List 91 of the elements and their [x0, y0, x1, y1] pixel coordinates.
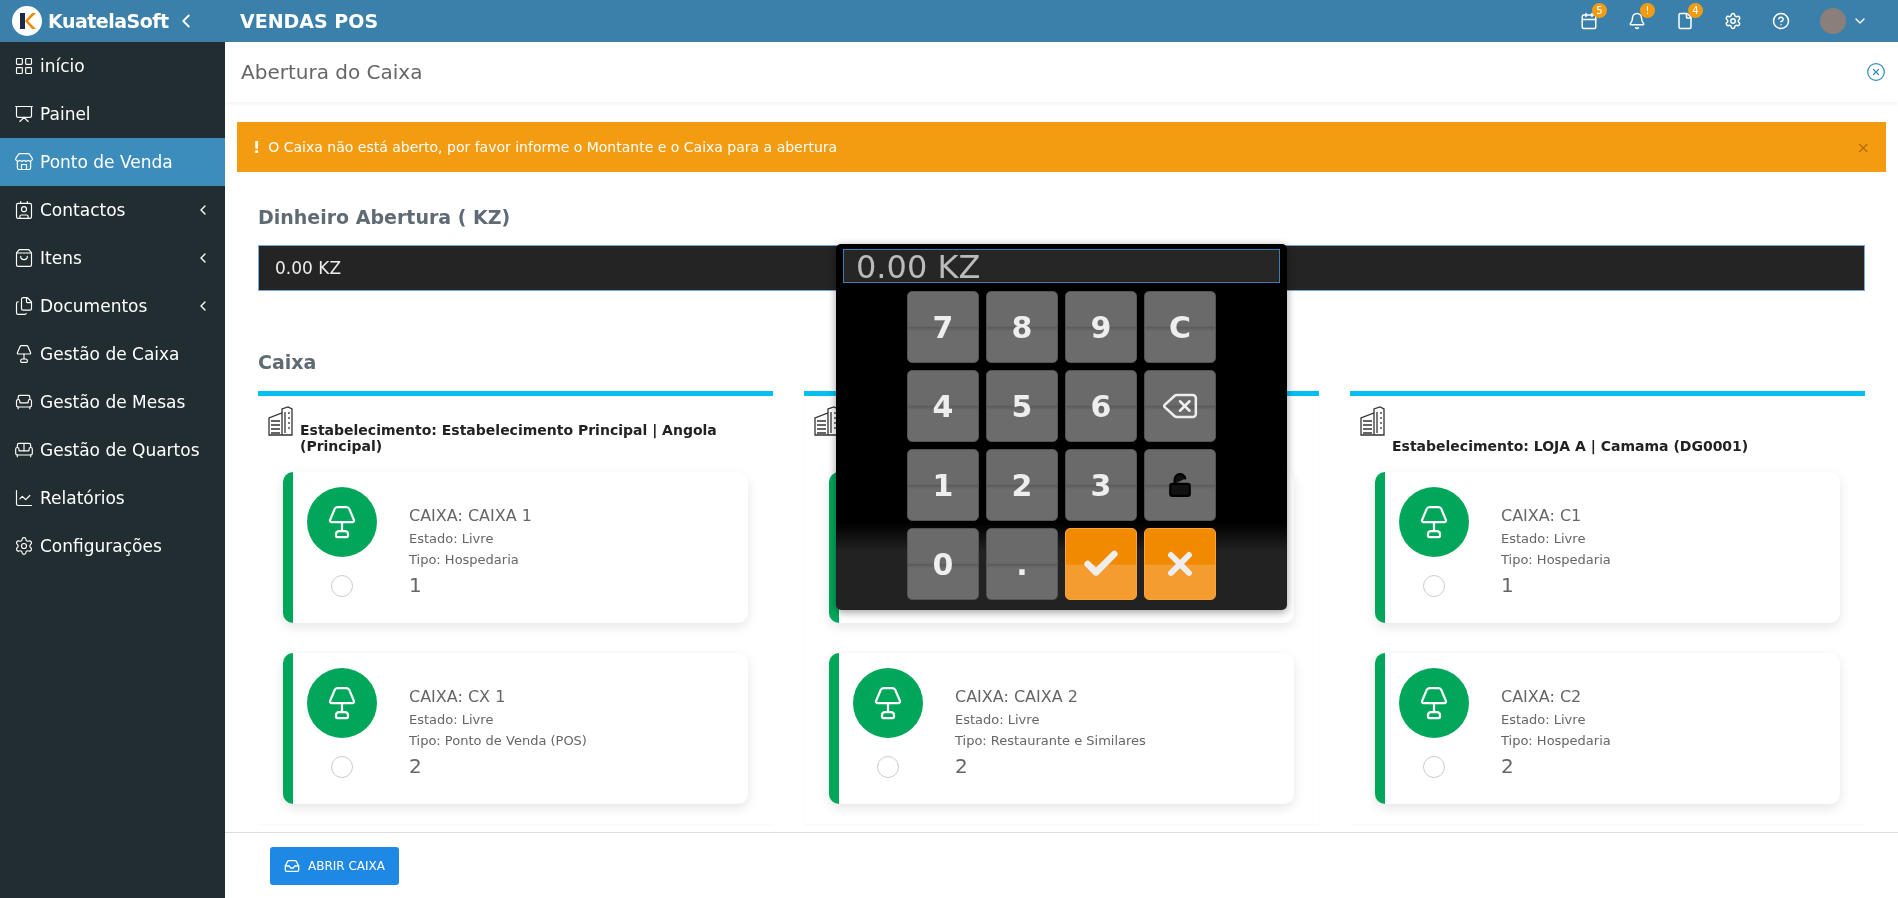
- store-icon: [14, 152, 34, 172]
- sidebar-item[interactable]: Painel: [0, 90, 225, 138]
- register-card[interactable]: CAIXA: CAIXA 1 Estado: Livre Tipo: Hospedaria 1: [283, 472, 748, 623]
- register-state: Estado: Livre: [1501, 531, 1587, 546]
- keypad-key[interactable]: C: [1144, 291, 1216, 363]
- sofa-icon: [14, 440, 34, 460]
- sidebar-item[interactable]: Gestão de Caixa: [0, 330, 225, 378]
- count-badge: !: [1640, 3, 1655, 18]
- register-card[interactable]: CAIXA: CX 1 Estado: Livre Tipo: Ponto de Venda (POS) 2: [283, 653, 748, 804]
- page-title: Abertura do Caixa: [241, 60, 423, 84]
- lamp-icon: [14, 344, 34, 364]
- register-card[interactable]: CAIXA: C1 Estado: Livre Tipo: Hospedaria 1: [1375, 472, 1840, 623]
- register-type: Tipo: Hospedaria: [1501, 552, 1611, 567]
- sidebar-item[interactable]: Gestão de Quartos: [0, 426, 225, 474]
- register-name: CAIXA: CX 1: [409, 687, 507, 706]
- register-number: 2: [955, 754, 969, 778]
- keypad-display[interactable]: 0.00 KZ: [843, 249, 1280, 283]
- settings-icon[interactable]: [1724, 12, 1742, 30]
- register-type: Tipo: Hospedaria: [1501, 733, 1611, 748]
- keypad-key[interactable]: 9: [1065, 291, 1137, 363]
- sidebar-item[interactable]: Documentos: [0, 282, 225, 330]
- contact-icon: [14, 200, 34, 220]
- armchair-icon: [14, 392, 34, 412]
- keypad-key[interactable]: 7: [907, 291, 979, 363]
- app-title: VENDAS POS: [240, 10, 380, 32]
- radio-button[interactable]: [1423, 756, 1445, 778]
- radio-button[interactable]: [331, 575, 353, 597]
- alert-message: O Caixa não está aberto, por favor informe o Montante e o Caixa para a abertura: [268, 139, 839, 155]
- keypad-key[interactable]: .: [986, 528, 1058, 600]
- bell-icon[interactable]: [1628, 12, 1646, 30]
- register-state: Estado: Livre: [955, 712, 1041, 727]
- sidebar-item[interactable]: Relatórios: [0, 474, 225, 522]
- keypad-key[interactable]: 5: [986, 370, 1058, 442]
- establishment-title: Estabelecimento: Estabelecimento Principal | Angola (Principal): [300, 422, 718, 454]
- sidebar-item[interactable]: Contactos: [0, 186, 225, 234]
- register-name: CAIXA: CAIXA 1: [409, 506, 532, 525]
- cancel-key[interactable]: [1144, 528, 1216, 600]
- register-type: Tipo: Hospedaria: [409, 552, 520, 567]
- register-number: 1: [409, 573, 423, 597]
- register-state: Estado: Livre: [1501, 712, 1587, 727]
- brand-name: KuatelaSoft: [48, 10, 169, 32]
- keypad-key[interactable]: 0: [907, 528, 979, 600]
- inbox-icon: [284, 857, 300, 874]
- calendar-icon[interactable]: [1580, 12, 1598, 30]
- alert-mark: !: [253, 137, 261, 157]
- keypad-key[interactable]: 4: [907, 370, 979, 442]
- sidebar-item[interactable]: Ponto de Venda: [0, 138, 225, 186]
- files-icon: [14, 296, 34, 316]
- keypad-key[interactable]: 2: [986, 449, 1058, 521]
- register-number: 1: [1501, 573, 1515, 597]
- sidebar-item[interactable]: Configurações: [0, 522, 225, 570]
- count-badge: 4: [1688, 3, 1703, 18]
- backspace-key[interactable]: [1144, 370, 1216, 442]
- register-state: Estado: Livre: [409, 712, 495, 727]
- register-name: CAIXA: CAIXA 2: [955, 687, 1079, 706]
- register-card[interactable]: CAIXA: C2 Estado: Livre Tipo: Hospedaria 2: [1375, 653, 1840, 804]
- register-card[interactable]: CAIXA: CAIXA 2 Estado: Livre Tipo: Restaurante e Similares 2: [829, 653, 1294, 804]
- open-register-button[interactable]: ABRIR CAIXA: [270, 846, 400, 885]
- register-state: Estado: Livre: [409, 531, 495, 546]
- radio-button[interactable]: [1423, 575, 1445, 597]
- keypad-key[interactable]: 1: [907, 449, 979, 521]
- confirm-key[interactable]: [1065, 528, 1137, 600]
- count-badge: 5: [1592, 3, 1607, 18]
- section-title: Caixa: [258, 351, 318, 373]
- unlock-key[interactable]: [1144, 449, 1216, 521]
- register-number: 2: [409, 754, 423, 778]
- radio-button[interactable]: [877, 756, 899, 778]
- establishment-title: Estabelecimento: LOJA A | Camama (DG0001): [1392, 438, 1749, 454]
- file-icon[interactable]: [1676, 12, 1694, 30]
- amount-label: Dinheiro Abertura ( KZ): [258, 206, 512, 228]
- radio-button[interactable]: [331, 756, 353, 778]
- help-icon[interactable]: [1772, 12, 1790, 30]
- register-number: 2: [1501, 754, 1515, 778]
- sidebar-item[interactable]: início: [0, 42, 225, 90]
- logo-icon: [12, 6, 42, 36]
- presentation-icon: [14, 104, 34, 124]
- sidebar-item[interactable]: Itens: [0, 234, 225, 282]
- bag-icon: [14, 248, 34, 268]
- sidebar-item[interactable]: Gestão de Mesas: [0, 378, 225, 426]
- unlock-icon: [1167, 472, 1193, 498]
- register-type: Tipo: Restaurante e Similares: [955, 733, 1146, 748]
- register-name: CAIXA: C2: [1501, 687, 1583, 706]
- keypad-key[interactable]: 8: [986, 291, 1058, 363]
- register-type: Tipo: Ponto de Venda (POS): [409, 733, 587, 748]
- keypad-key[interactable]: 3: [1065, 449, 1137, 521]
- grid-icon: [14, 56, 34, 76]
- chart-icon: [14, 488, 34, 508]
- close-icon[interactable]: [1866, 62, 1886, 82]
- settings-icon: [14, 536, 34, 556]
- register-name: CAIXA: C1: [1501, 506, 1583, 525]
- keypad-key[interactable]: 6: [1065, 370, 1137, 442]
